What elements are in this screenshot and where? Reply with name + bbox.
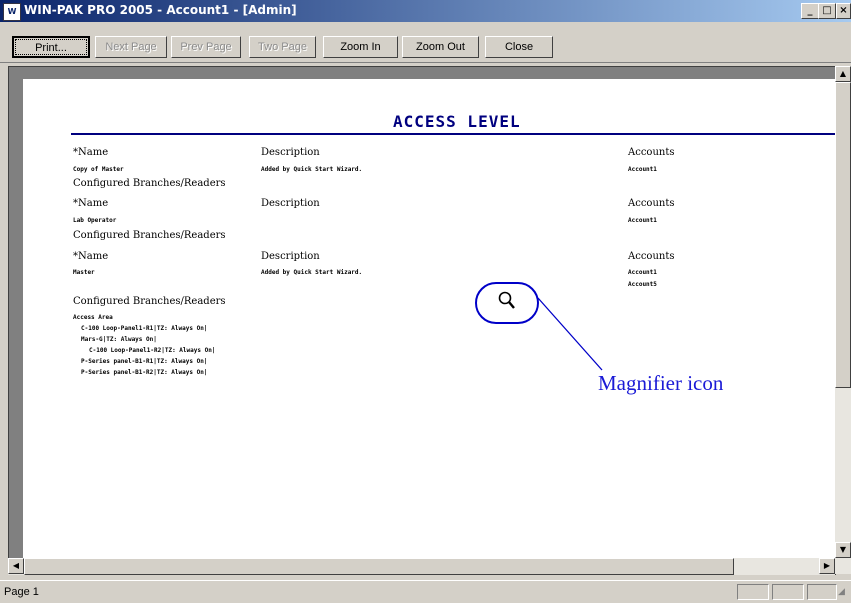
scroll-left-icon[interactable]: ◀ — [8, 558, 24, 574]
close-window-button[interactable]: × — [836, 3, 851, 19]
app-icon[interactable]: W — [3, 3, 21, 21]
zoom-in-button[interactable]: Zoom In — [323, 36, 398, 58]
two-page-button[interactable]: Two Page — [249, 36, 316, 58]
record-account: Account1 — [628, 166, 657, 173]
col-description-header: Description — [261, 147, 320, 158]
record-description: Added by Quick Start Wizard. — [261, 166, 363, 173]
scroll-down-icon[interactable]: ▼ — [835, 542, 851, 558]
scroll-up-icon[interactable]: ▲ — [835, 66, 851, 82]
record-account: Account1 — [628, 217, 657, 224]
horizontal-scroll-thumb[interactable] — [24, 558, 734, 575]
title-bar[interactable]: W WIN-PAK PRO 2005 - Account1 - [Admin] … — [0, 0, 851, 22]
prev-page-button[interactable]: Prev Page — [171, 36, 241, 58]
col-accounts-header: Accounts — [628, 198, 675, 209]
configured-branches-label: Configured Branches/Readers — [73, 230, 226, 241]
col-accounts-header: Accounts — [628, 147, 675, 158]
report-viewport[interactable]: ACCESS LEVEL *Name Description Accounts … — [8, 66, 836, 575]
close-button[interactable]: Close — [485, 36, 553, 58]
status-bar: Page 1 ◢ — [0, 580, 851, 603]
configured-branches-label: Configured Branches/Readers — [73, 296, 226, 307]
access-item: P-Series panel-B1-R2|TZ: Always On| — [81, 369, 208, 376]
window-title: WIN-PAK PRO 2005 - Account1 - [Admin] — [24, 3, 297, 17]
resize-grip-icon[interactable]: ◢ — [838, 587, 845, 597]
magnifier-icon[interactable] — [498, 291, 516, 311]
print-button[interactable]: Print... — [12, 36, 90, 58]
status-panel — [737, 584, 769, 600]
col-name-header: *Name — [73, 198, 109, 209]
col-description-header: Description — [261, 198, 320, 209]
status-panel — [807, 584, 837, 600]
col-name-header: *Name — [73, 147, 109, 158]
col-accounts-header: Accounts — [628, 251, 675, 262]
status-panel — [772, 584, 804, 600]
record-account: Account1 — [628, 269, 657, 276]
report-page: ACCESS LEVEL *Name Description Accounts … — [23, 79, 835, 574]
record-name: Lab Operator — [73, 217, 117, 224]
col-name-header: *Name — [73, 251, 109, 262]
print-preview-toolbar: Print... Next Page Prev Page Two Page Zo… — [0, 22, 851, 63]
record-name: Master — [73, 269, 95, 276]
zoom-out-button[interactable]: Zoom Out — [402, 36, 479, 58]
access-item: Mars-G|TZ: Always On| — [81, 336, 157, 343]
record-description: Added by Quick Start Wizard. — [261, 269, 363, 276]
access-item: C-100 Loop-Panel1-R2|TZ: Always On| — [89, 347, 216, 354]
report-title: ACCESS LEVEL — [393, 112, 521, 131]
magnifier-annotation-label: Magnifier icon — [598, 371, 724, 395]
next-page-button[interactable]: Next Page — [95, 36, 167, 58]
access-area-label: Access Area — [73, 314, 113, 321]
vertical-scroll-thumb[interactable] — [835, 82, 851, 388]
access-item: C-100 Loop-Panel1-R1|TZ: Always On| — [81, 325, 208, 332]
maximize-button[interactable]: □ — [818, 3, 836, 19]
access-item: P-Series panel-B1-R1|TZ: Always On| — [81, 358, 208, 365]
configured-branches-label: Configured Branches/Readers — [73, 178, 226, 189]
page-indicator: Page 1 — [4, 586, 39, 598]
col-description-header: Description — [261, 251, 320, 262]
minimize-button[interactable]: _ — [801, 3, 819, 19]
title-divider — [71, 133, 835, 135]
vertical-scrollbar[interactable]: ▲ ▼ — [835, 66, 851, 574]
record-account: Account5 — [628, 281, 657, 288]
horizontal-scrollbar[interactable]: ◀ ▶ — [8, 558, 835, 575]
record-name: Copy of Master — [73, 166, 124, 173]
scroll-right-icon[interactable]: ▶ — [819, 558, 835, 574]
